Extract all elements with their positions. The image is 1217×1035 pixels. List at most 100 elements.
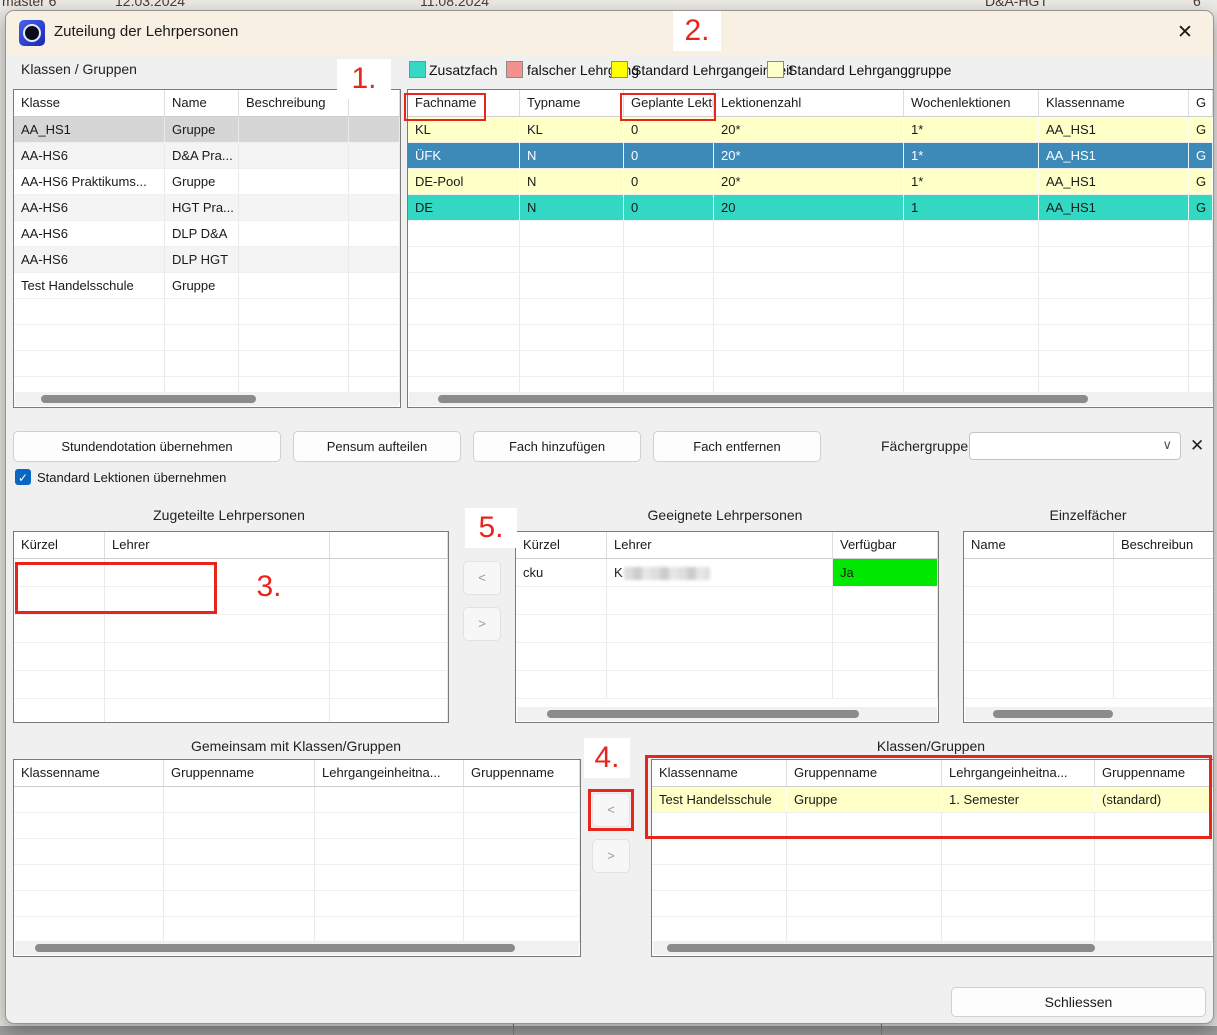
table-row[interactable]: AA-HS6 HGT Pra... xyxy=(14,195,400,221)
column-header-name[interactable]: Name xyxy=(165,90,239,116)
table-row[interactable]: KL KL 0 20* 1* AA_HS1 G xyxy=(408,117,1213,143)
column-header-geplante-lektionen[interactable]: Geplante Lekti... xyxy=(624,90,714,116)
move-right-button[interactable]: > xyxy=(463,607,501,641)
table-row[interactable]: DE-Pool N 0 20* 1* AA_HS1 G xyxy=(408,169,1213,195)
cell xyxy=(239,221,349,246)
cell: G xyxy=(1189,117,1213,142)
cell: DLP D&A xyxy=(165,221,239,246)
scrollbar-thumb[interactable] xyxy=(667,944,1095,952)
column-header-gruppenname[interactable]: Gruppenname xyxy=(164,760,315,786)
empty-row xyxy=(516,643,938,671)
schliessen-button[interactable]: Schliessen xyxy=(951,987,1206,1017)
empty-row xyxy=(516,587,938,615)
empty-row xyxy=(964,587,1214,615)
gemeinsam-klassen-gruppen-table: Klassenname Gruppenname Lehrgangeinheitn… xyxy=(13,759,581,957)
cell xyxy=(349,117,400,142)
horizontal-scrollbar[interactable] xyxy=(15,941,579,955)
column-header-lektionenzahl[interactable]: Lektionenzahl xyxy=(714,90,904,116)
table-row[interactable]: AA-HS6 DLP HGT xyxy=(14,247,400,273)
pensum-aufteilen-button[interactable]: Pensum aufteilen xyxy=(293,431,461,462)
clear-faechergruppe-icon[interactable]: ✕ xyxy=(1190,436,1204,456)
table-header-row: Klassenname Gruppenname Lehrgangeinheitn… xyxy=(652,760,1213,787)
column-header-typname[interactable]: Typname xyxy=(520,90,624,116)
cell: 20* xyxy=(714,169,904,194)
table-row[interactable]: Test Handelsschule Gruppe xyxy=(14,273,400,299)
column-header-gruppenname-clipped[interactable]: G xyxy=(1189,90,1213,116)
cell-verfuegbar: Ja xyxy=(833,559,938,586)
column-header-klassenname[interactable]: Klassenname xyxy=(14,760,164,786)
zugeteilte-lehrpersonen-table: Kürzel Lehrer xyxy=(13,531,449,723)
column-header-lehrer[interactable]: Lehrer xyxy=(105,532,330,558)
table-row[interactable]: AA-HS6 DLP D&A xyxy=(14,221,400,247)
scrollbar-thumb[interactable] xyxy=(547,710,859,718)
column-header-gruppenname2[interactable]: Gruppenname xyxy=(1095,760,1213,786)
empty-row xyxy=(652,917,1213,943)
cell xyxy=(239,273,349,298)
column-header-wochenlektionen[interactable]: Wochenlektionen xyxy=(904,90,1039,116)
horizontal-scrollbar[interactable] xyxy=(965,707,1213,721)
column-header-gruppenname2[interactable]: Gruppenname xyxy=(464,760,580,786)
table-row[interactable]: Test Handelsschule Gruppe 1. Semester (s… xyxy=(652,787,1213,813)
cell: KL xyxy=(520,117,624,142)
cell: G xyxy=(1189,195,1213,220)
empty-row xyxy=(408,221,1213,247)
scrollbar-thumb[interactable] xyxy=(35,944,515,952)
column-header-klassenname[interactable]: Klassenname xyxy=(652,760,787,786)
fach-hinzufuegen-button[interactable]: Fach hinzufügen xyxy=(473,431,641,462)
empty-row xyxy=(14,643,448,671)
column-header-beschreibung[interactable]: Beschreibung xyxy=(239,90,349,116)
horizontal-scrollbar[interactable] xyxy=(517,707,937,721)
column-header-klasse[interactable]: Klasse xyxy=(14,90,165,116)
cell: 20 xyxy=(714,195,904,220)
empty-row xyxy=(14,813,580,839)
horizontal-scrollbar[interactable] xyxy=(15,392,399,406)
table-row[interactable]: AA-HS6 Praktikums... Gruppe xyxy=(14,169,400,195)
cell xyxy=(349,169,400,194)
horizontal-scrollbar[interactable] xyxy=(409,392,1212,406)
cell: DE xyxy=(408,195,520,220)
cell xyxy=(239,195,349,220)
scrollbar-thumb[interactable] xyxy=(993,710,1113,718)
standard-lektionen-checkbox[interactable]: ✓ xyxy=(15,469,31,485)
column-header-klassenname[interactable]: Klassenname xyxy=(1039,90,1189,116)
move-left-button[interactable]: < xyxy=(592,793,630,827)
annotation-number-4: 4. xyxy=(584,738,630,778)
redacted-name xyxy=(624,567,710,580)
cell: (standard) xyxy=(1095,787,1213,812)
table-row[interactable]: cku K Ja xyxy=(516,559,938,587)
cell: 0 xyxy=(624,169,714,194)
legend-swatch-standard-lehrgangeinheit xyxy=(611,61,628,78)
klassen-gruppen-bottom-title: Klassen/Gruppen xyxy=(877,738,985,754)
move-left-button[interactable]: < xyxy=(463,561,501,595)
table-row[interactable]: DE N 0 20 1 AA_HS1 G xyxy=(408,195,1213,221)
scrollbar-thumb[interactable] xyxy=(41,395,256,403)
column-header-lehrgangeinheitname[interactable]: Lehrgangeinheitna... xyxy=(942,760,1095,786)
faechergruppe-combobox[interactable]: ∨ xyxy=(969,432,1181,460)
column-header-fachname[interactable]: Fachname xyxy=(408,90,520,116)
table-row[interactable]: AA-HS6 D&A Pra... xyxy=(14,143,400,169)
column-header-verfuegbar[interactable]: Verfügbar xyxy=(833,532,938,558)
cell: AA_HS1 xyxy=(14,117,165,142)
column-header-kuerzel[interactable]: Kürzel xyxy=(14,532,105,558)
column-header-lehrer[interactable]: Lehrer xyxy=(607,532,833,558)
cell xyxy=(239,143,349,168)
bg-text-fragment: 12.03.2024 xyxy=(115,0,185,9)
table-row-selected[interactable]: ÜFK N 0 20* 1* AA_HS1 G xyxy=(408,143,1213,169)
column-header-beschreibung-clipped[interactable]: Beschreibun xyxy=(1114,532,1214,558)
empty-row xyxy=(14,351,400,377)
column-header-name[interactable]: Name xyxy=(964,532,1114,558)
fach-entfernen-button[interactable]: Fach entfernen xyxy=(653,431,821,462)
einzelfaecher-title: Einzelfächer xyxy=(1049,507,1126,523)
scrollbar-thumb[interactable] xyxy=(438,395,1088,403)
column-header-kuerzel[interactable]: Kürzel xyxy=(516,532,607,558)
empty-row xyxy=(652,839,1213,865)
move-right-button[interactable]: > xyxy=(592,839,630,873)
close-icon[interactable]: ✕ xyxy=(1171,19,1199,47)
column-header-lehrgangeinheitname[interactable]: Lehrgangeinheitna... xyxy=(315,760,464,786)
cell: 1* xyxy=(904,117,1039,142)
table-row[interactable]: AA_HS1 Gruppe xyxy=(14,117,400,143)
cell: Gruppe xyxy=(165,273,239,298)
column-header-gruppenname[interactable]: Gruppenname xyxy=(787,760,942,786)
horizontal-scrollbar[interactable] xyxy=(653,941,1212,955)
stundendotation-uebernehmen-button[interactable]: Stundendotation übernehmen xyxy=(13,431,281,462)
